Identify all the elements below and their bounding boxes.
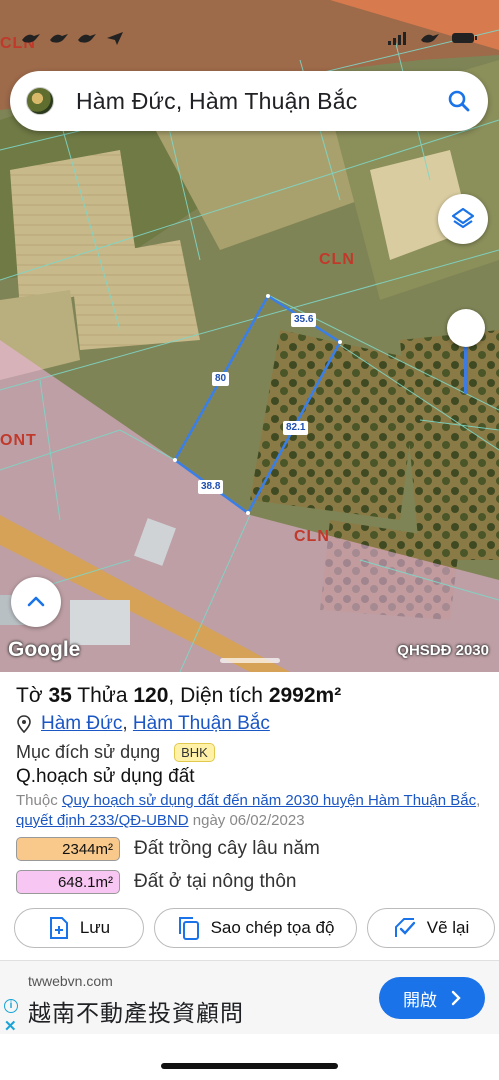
- purpose-label: Mục đích sử dụng: [16, 742, 161, 762]
- area-breakdown-row: 648.1m² Đất ở tại nông thôn: [16, 870, 296, 894]
- decision-date: ngày 06/02/2023: [192, 812, 305, 829]
- parcel-area: 2992m²: [268, 684, 342, 707]
- district-link[interactable]: Hàm Thuận Bắc: [133, 713, 270, 735]
- map-pin-icon: [17, 715, 31, 733]
- bird-icon: [421, 34, 439, 43]
- home-indicator[interactable]: [161, 1063, 338, 1069]
- sheet-word: Tờ: [16, 684, 43, 707]
- copy-coordinates-label: Sao chép tọa độ: [210, 918, 335, 937]
- search-input[interactable]: Hàm Đức, Hàm Thuận Bắc: [76, 88, 357, 115]
- area-value-badge: 2344m²: [16, 837, 120, 861]
- cellular-signal-icon: [388, 32, 406, 45]
- plot-word: Thửa: [77, 684, 128, 707]
- edge-length-label: 80: [212, 372, 230, 386]
- ad-open-label: 開啟: [403, 990, 437, 1010]
- ad-title[interactable]: 越南不動產投資顧問: [28, 994, 244, 1028]
- ad-info-icon[interactable]: i: [4, 999, 18, 1013]
- save-button[interactable]: Lưu: [14, 908, 144, 948]
- ad-close-icon[interactable]: ✕: [4, 1017, 17, 1035]
- commune-link[interactable]: Hàm Đức: [41, 713, 122, 735]
- ad-banner[interactable]: twwebvn.com 越南不動產投資顧問 i ✕ 開啟: [0, 960, 499, 1035]
- sheet-grabber[interactable]: [220, 658, 280, 663]
- edge-length-label: 82.1: [283, 421, 309, 435]
- plan-description: Thuộc Quy hoạch sử dụng đất đến năm 2030…: [16, 792, 481, 829]
- expand-button[interactable]: [11, 577, 61, 627]
- layers-button[interactable]: [438, 194, 488, 244]
- decision-link[interactable]: quyết định 233/QĐ-UBND: [16, 812, 189, 829]
- layer-name-label: QHSDĐ 2030: [397, 642, 489, 659]
- land-type-label: Đất trồng cây lâu năm: [134, 838, 320, 859]
- save-label: Lưu: [79, 918, 111, 937]
- plan-title: Q.hoạch sử dụng đất: [16, 766, 195, 787]
- zone-label: CLN: [319, 251, 355, 268]
- plot-number: 120: [133, 684, 169, 707]
- plan-prefix: Thuộc: [16, 792, 58, 809]
- edge-length-label: 38.8: [198, 480, 224, 494]
- search-icon: [448, 90, 470, 112]
- copy-icon: [178, 917, 199, 940]
- plan-link[interactable]: Quy hoạch sử dụng đất đến năm 2030 huyện…: [62, 792, 476, 809]
- copy-coordinates-button[interactable]: Sao chép tọa độ: [154, 908, 357, 948]
- edge-length-label: 35.6: [291, 313, 317, 327]
- purpose-row: Mục đích sử dụng BHK: [16, 742, 215, 763]
- action-buttons: Lưu Sao chép tọa độ Vẽ lại: [14, 908, 495, 948]
- ad-domain: twwebvn.com: [28, 973, 113, 989]
- chevron-right-icon: [451, 990, 461, 1006]
- status-bar: [0, 0, 499, 62]
- avatar[interactable]: [26, 87, 54, 115]
- bird-icon: [22, 34, 40, 43]
- area-word: Diện tích: [180, 684, 263, 707]
- zone-label: CLN: [294, 528, 330, 545]
- google-logo: Google: [8, 638, 81, 661]
- parcel-title: Tờ 35 Thửa 120, Diện tích 2992m²: [16, 684, 342, 707]
- layers-icon: [451, 207, 475, 229]
- area-value-badge: 648.1m²: [16, 870, 120, 894]
- search-button[interactable]: [444, 86, 474, 116]
- location-arrow-icon: [107, 32, 123, 45]
- location-row: Hàm Đức , Hàm Thuận Bắc: [16, 713, 270, 735]
- land-type-label: Đất ở tại nông thôn: [134, 871, 297, 892]
- ad-open-button[interactable]: 開啟: [379, 977, 485, 1019]
- bird-icon: [50, 34, 68, 43]
- zone-label: ONT: [0, 432, 37, 449]
- redraw-button[interactable]: Vẽ lại: [367, 908, 495, 948]
- opacity-slider-handle[interactable]: [447, 309, 485, 347]
- redraw-label: Vẽ lại: [426, 918, 470, 937]
- add-document-icon: [49, 917, 68, 939]
- draw-check-icon: [394, 918, 415, 937]
- chevron-up-icon: [27, 596, 45, 607]
- map-view[interactable]: CLN CLN CLN ONT 35.6 80 82.1 38.8 Hàm Đứ…: [0, 0, 499, 672]
- search-bar[interactable]: Hàm Đức, Hàm Thuận Bắc: [10, 71, 488, 131]
- area-breakdown-row: 2344m² Đất trồng cây lâu năm: [16, 837, 320, 861]
- purpose-code-badge: BHK: [174, 743, 215, 762]
- bird-icon: [78, 34, 96, 43]
- battery-icon: [452, 33, 477, 43]
- sheet-number: 35: [48, 684, 72, 707]
